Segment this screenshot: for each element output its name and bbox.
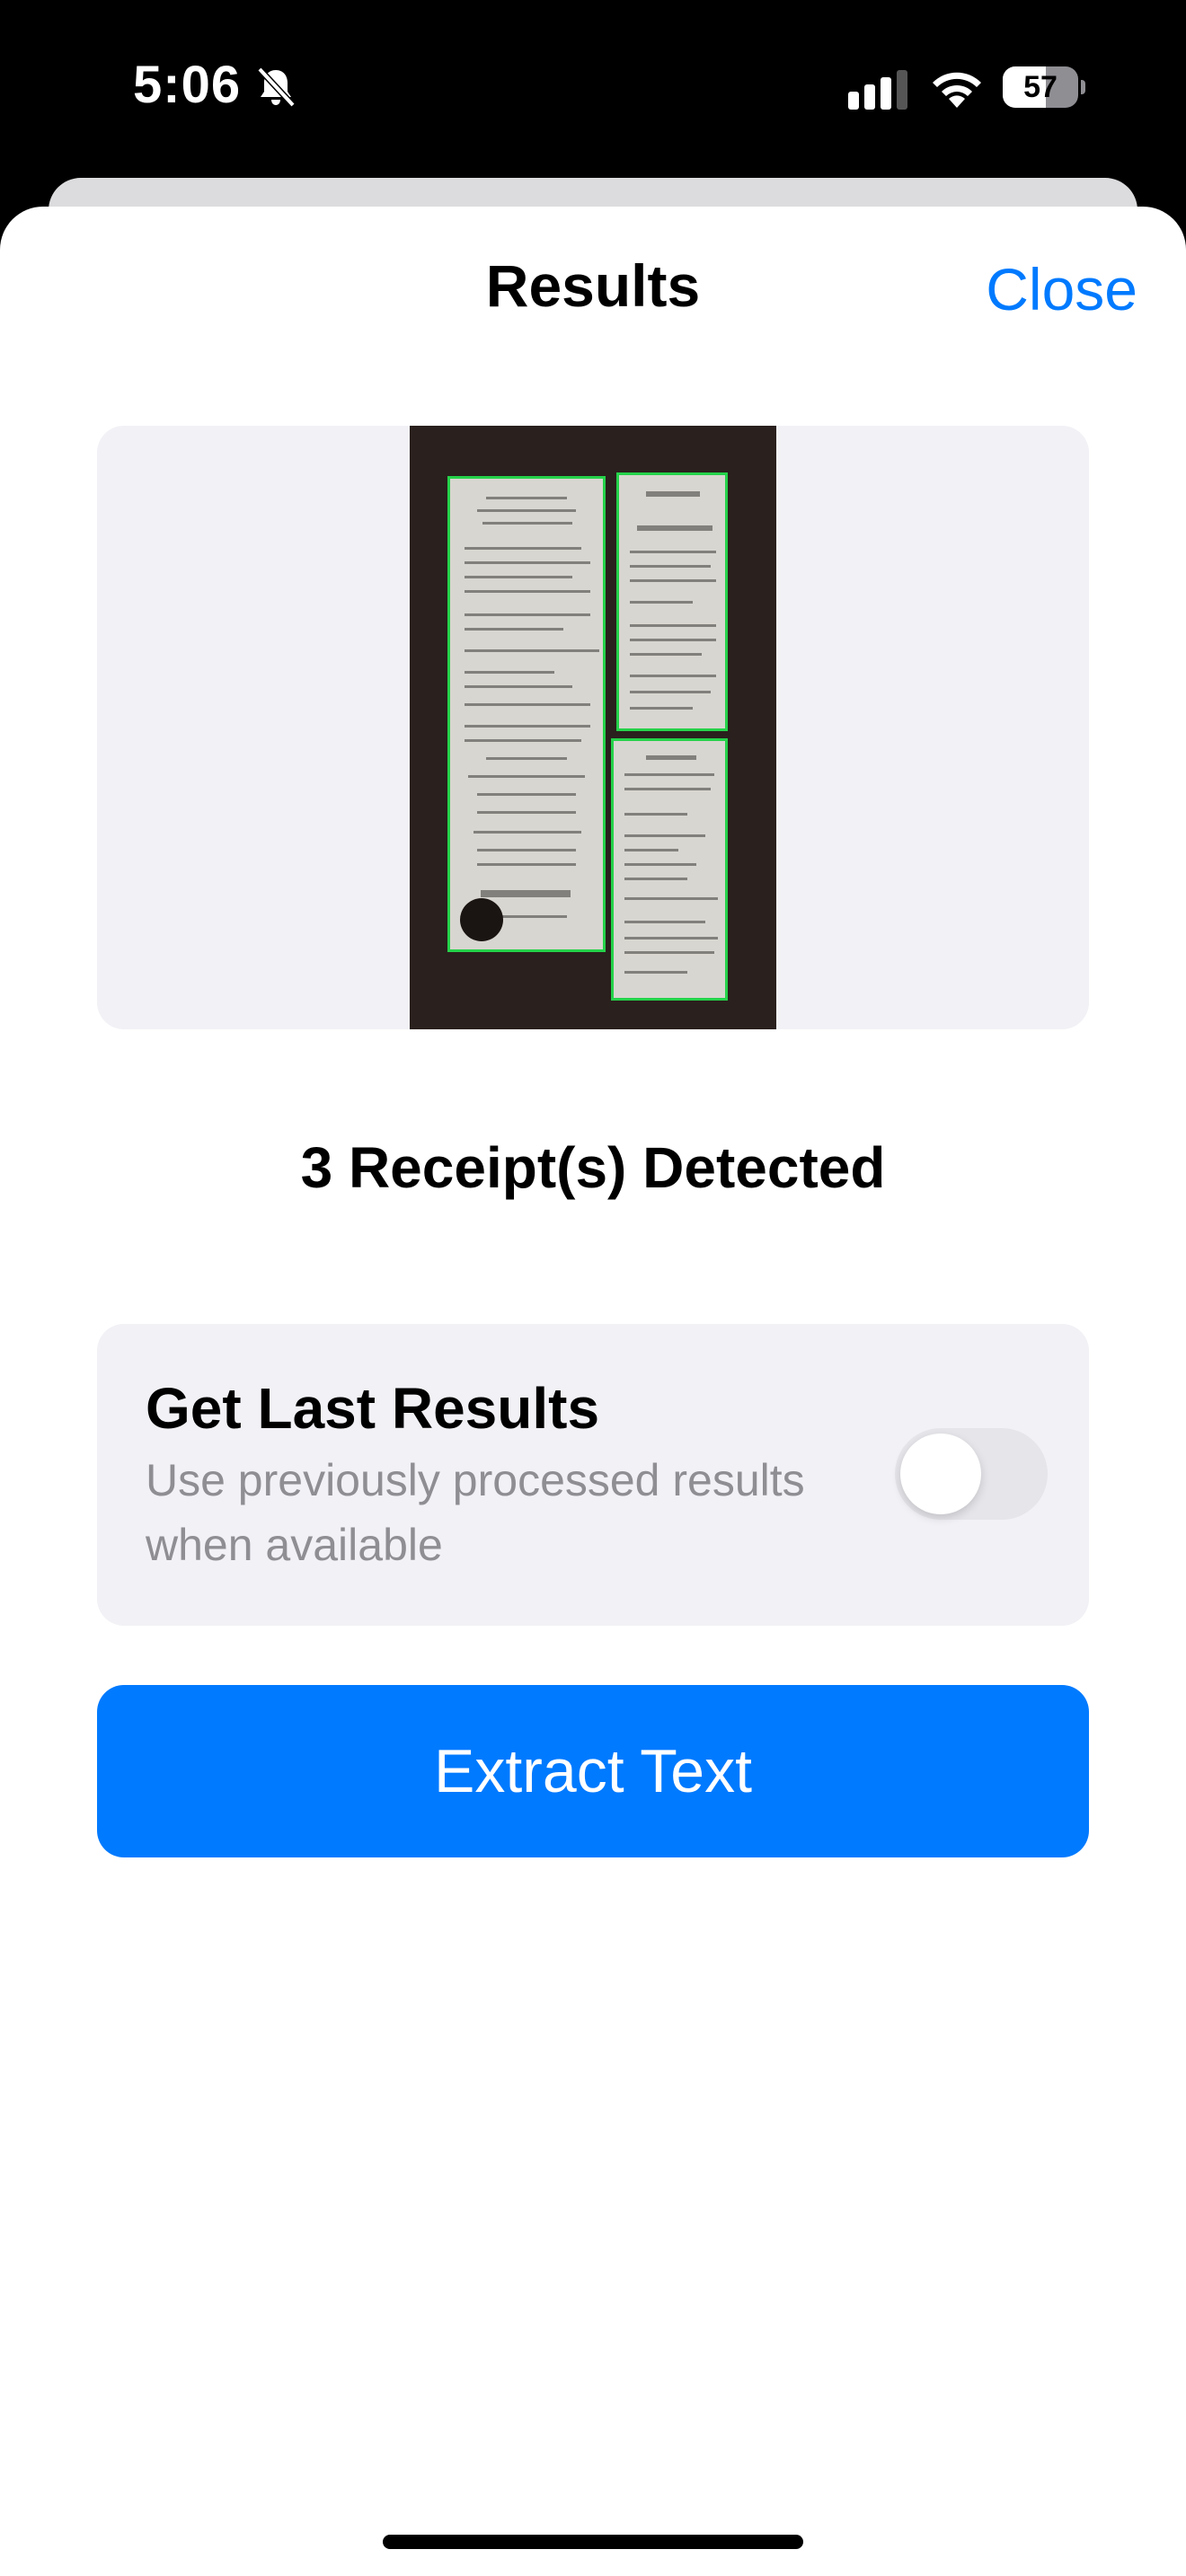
receipts-detected-label: 3 Receipt(s) Detected	[300, 1135, 886, 1200]
battery-body: 57	[1003, 66, 1078, 108]
battery-icon: 57	[1003, 66, 1085, 108]
battery-cap	[1081, 80, 1085, 94]
get-last-results-toggle[interactable]	[895, 1428, 1048, 1520]
bell-slash-icon	[257, 66, 296, 108]
receipt-preview-card	[97, 426, 1089, 1029]
get-last-results-row: Get Last Results Use previously processe…	[97, 1324, 1089, 1626]
get-last-results-title: Get Last Results	[146, 1376, 600, 1441]
photo-background-object	[460, 898, 503, 941]
detected-receipt-1	[447, 476, 606, 952]
screen: 5:06 57 Results Close 3 Receipt(s) Detec…	[0, 0, 1186, 2576]
status-time: 5:06	[133, 56, 242, 114]
detected-receipt-2	[616, 472, 728, 731]
get-last-results-subtitle: Use previously processed results when av…	[146, 1455, 805, 1570]
close-button[interactable]: Close	[986, 253, 1137, 325]
home-indicator[interactable]	[383, 2535, 803, 2549]
detected-receipt-3	[611, 738, 728, 1001]
cellular-signal-icon	[848, 70, 907, 110]
wifi-icon	[933, 72, 981, 108]
extract-text-button[interactable]: Extract Text	[97, 1685, 1089, 1857]
receipt-scan-image	[410, 426, 776, 1029]
results-sheet: Results Close 3 Receipt(s) Detected Get …	[0, 207, 1186, 2576]
battery-level: 57	[1023, 70, 1058, 104]
status-bar: 5:06 57	[0, 0, 1186, 171]
toggle-knob	[900, 1434, 981, 1514]
